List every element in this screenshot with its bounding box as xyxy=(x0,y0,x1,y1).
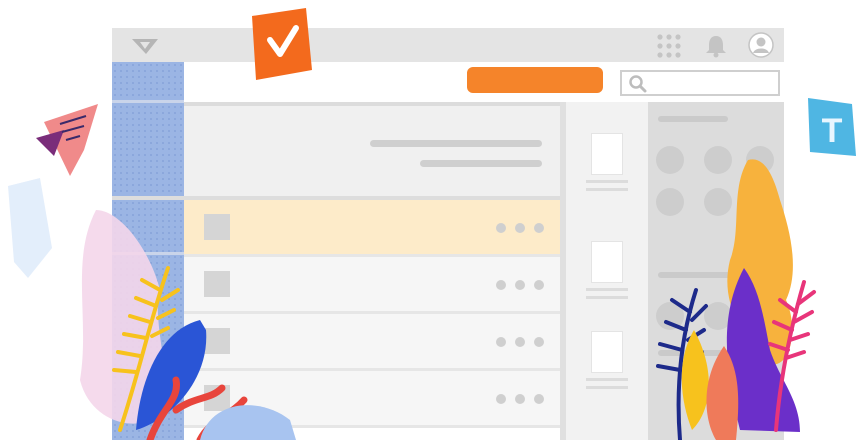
more-options-icon[interactable] xyxy=(496,337,544,347)
grid-item[interactable] xyxy=(746,146,774,174)
t-card-letter: T xyxy=(822,112,843,150)
header-text-placeholder xyxy=(370,140,542,147)
apps-grid-icon[interactable] xyxy=(656,33,682,59)
more-options-icon[interactable] xyxy=(496,223,544,233)
document-icon xyxy=(592,134,622,174)
detail-header xyxy=(184,106,560,198)
document-card[interactable] xyxy=(582,134,632,194)
item-thumbnail xyxy=(204,328,230,354)
grid-item[interactable] xyxy=(656,146,684,174)
grid-item[interactable] xyxy=(746,188,774,216)
grid-item[interactable] xyxy=(656,188,684,216)
grid-item[interactable] xyxy=(746,302,774,330)
icon-grid-panel xyxy=(648,102,784,440)
item-thumbnail xyxy=(204,214,230,240)
title-bar xyxy=(112,28,784,62)
app-window xyxy=(112,28,784,440)
avatar-icon[interactable] xyxy=(748,32,774,58)
list-item[interactable] xyxy=(184,314,560,371)
search-icon xyxy=(629,75,647,93)
panel-text-placeholder xyxy=(658,116,728,122)
item-thumbnail xyxy=(204,271,230,297)
more-options-icon[interactable] xyxy=(496,280,544,290)
item-thumbnail xyxy=(204,385,230,411)
document-column xyxy=(566,102,648,440)
header-text-placeholder xyxy=(420,160,542,167)
sidebar xyxy=(112,62,184,440)
document-icon xyxy=(592,332,622,372)
bell-icon[interactable] xyxy=(704,34,728,58)
grid-item[interactable] xyxy=(656,302,684,330)
sidebar-divider xyxy=(112,252,184,255)
list-item[interactable] xyxy=(184,371,560,428)
grid-item[interactable] xyxy=(704,146,732,174)
decorative-flag xyxy=(36,104,98,176)
more-options-icon[interactable] xyxy=(496,394,544,404)
primary-action-button[interactable] xyxy=(467,67,603,93)
document-card[interactable] xyxy=(582,332,632,392)
search-input[interactable] xyxy=(620,70,780,96)
document-icon xyxy=(592,242,622,282)
list-item[interactable] xyxy=(184,257,560,314)
sidebar-divider xyxy=(112,100,184,103)
grid-item[interactable] xyxy=(704,188,732,216)
grid-item[interactable] xyxy=(704,302,732,330)
logo-icon xyxy=(132,39,158,54)
decorative-paper xyxy=(8,178,52,278)
document-card[interactable] xyxy=(582,242,632,302)
panel-text-placeholder xyxy=(658,272,768,278)
panel-text-placeholder xyxy=(658,350,768,356)
letter-t-icon: T xyxy=(808,98,856,156)
list-item[interactable] xyxy=(184,200,560,257)
